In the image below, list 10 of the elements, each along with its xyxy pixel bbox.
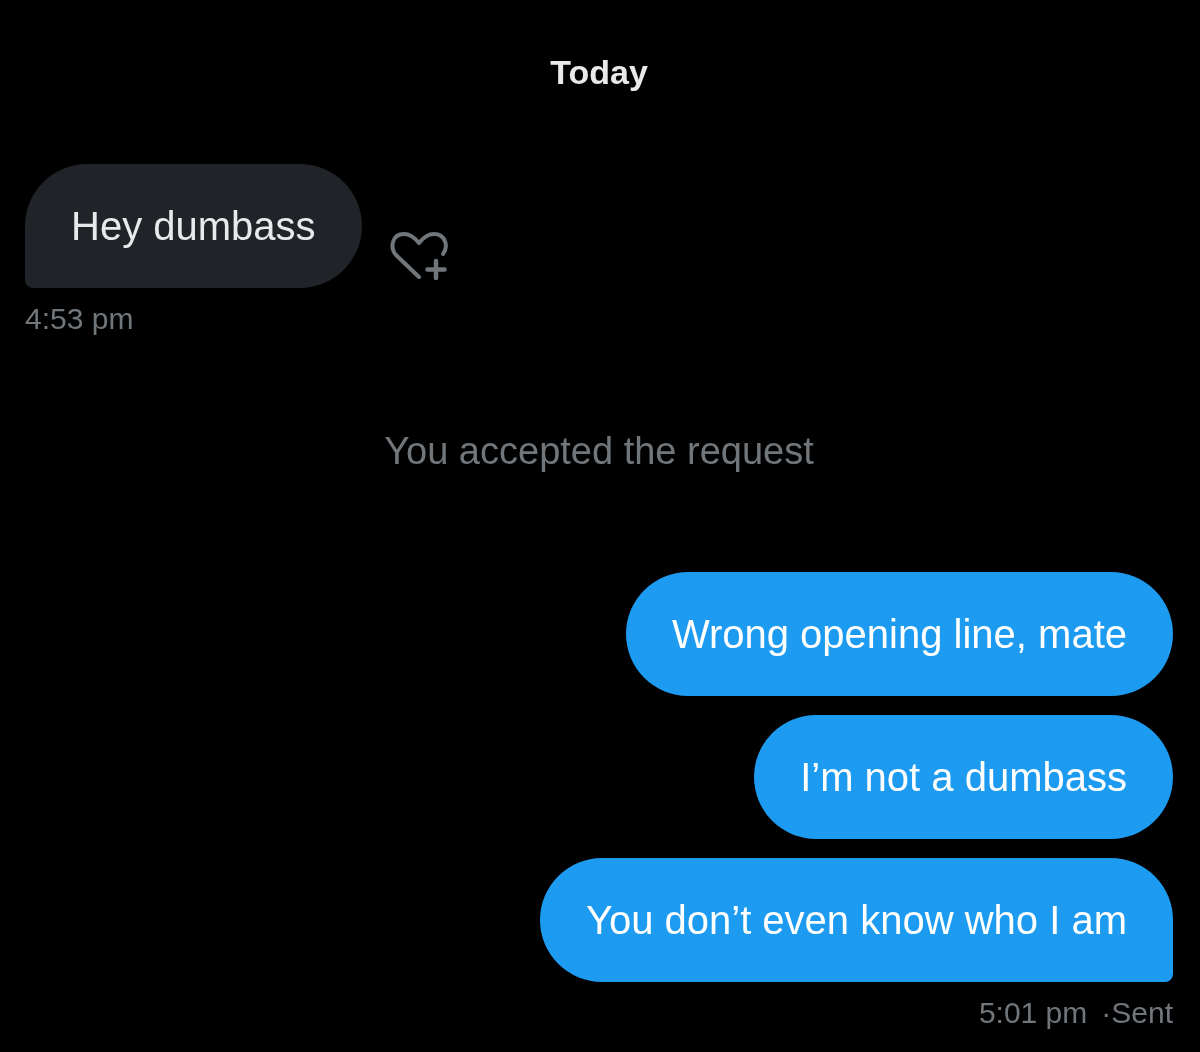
heart-plus-icon[interactable] (388, 231, 449, 281)
delivery-status: ·Sent (1101, 995, 1173, 1031)
message-bubble: Wrong opening line, mate (625, 572, 1173, 696)
system-notice: You accepted the request (384, 429, 814, 474)
message-time: 5:01 pm (978, 995, 1088, 1031)
message-bubble: Hey dumbass (25, 164, 362, 288)
message-bubble: I’m not a dumbass (754, 715, 1173, 839)
message-bubble: You don’t even know who I am (539, 858, 1173, 982)
message-time: 4:53 pm (25, 301, 134, 337)
date-divider: Today (550, 52, 648, 93)
